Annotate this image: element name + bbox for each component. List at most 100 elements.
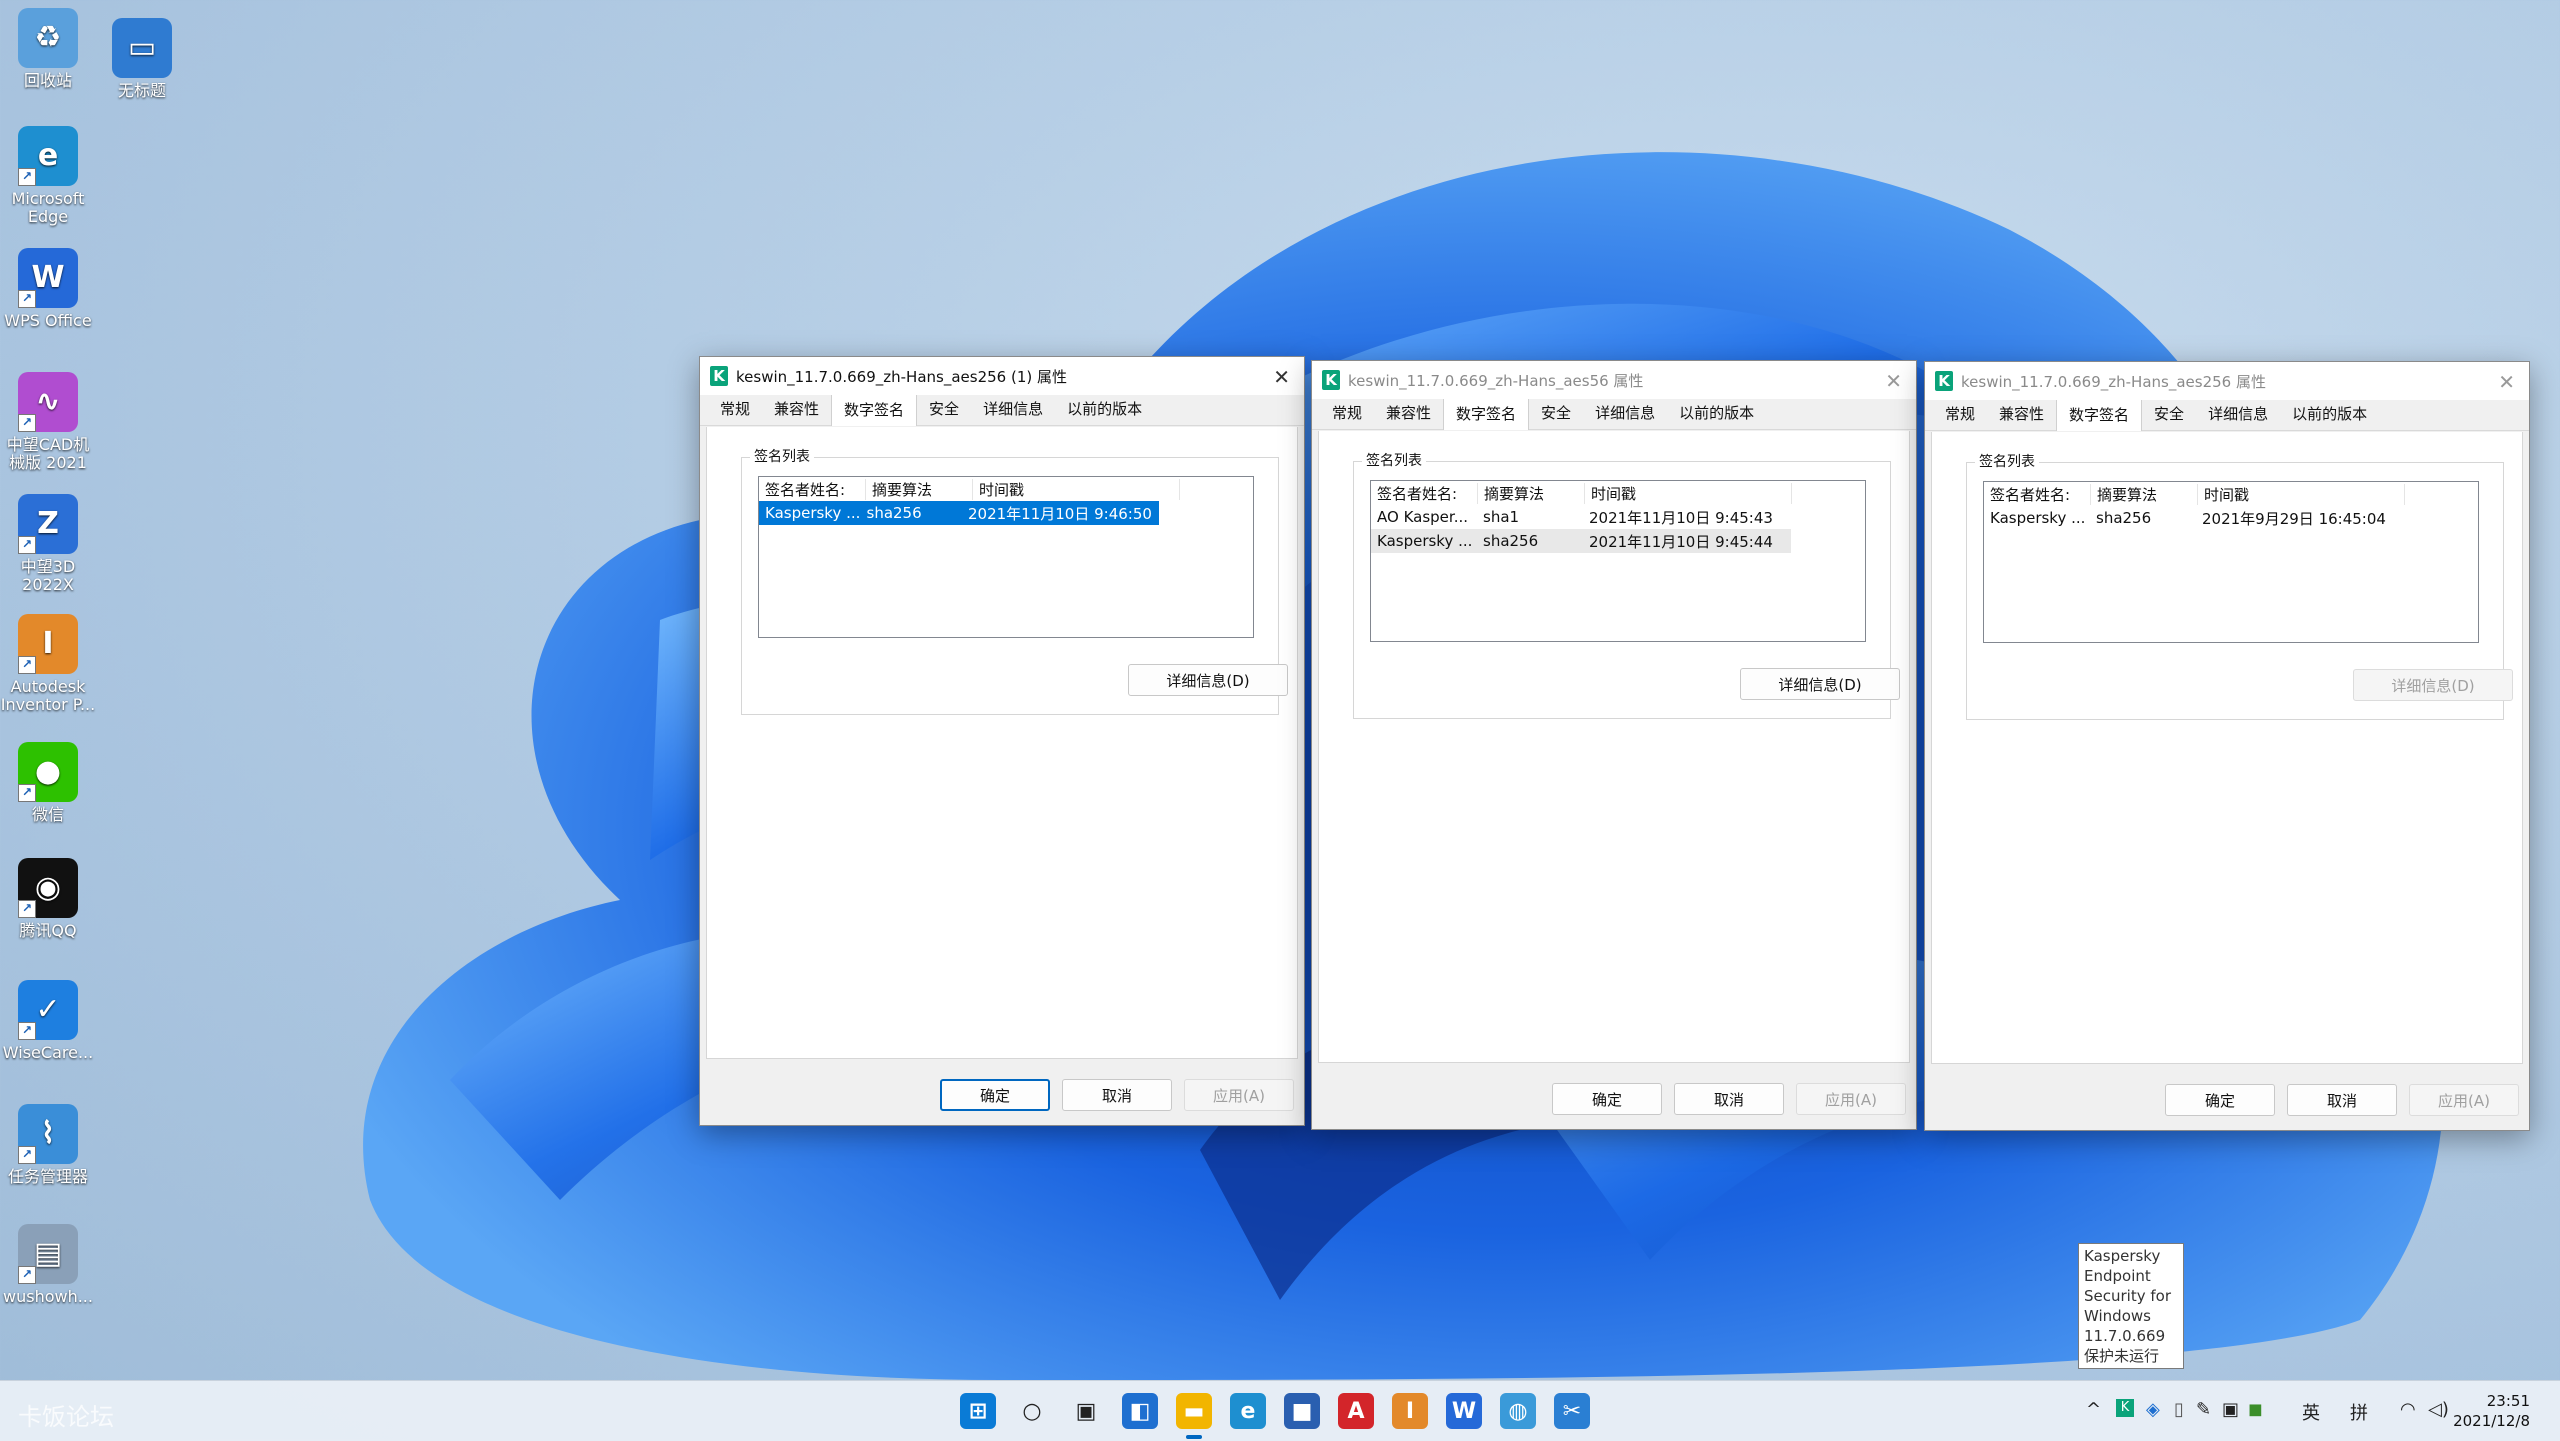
tab-digital-signatures[interactable]: 数字签名 [831, 392, 918, 426]
taskbar-clock[interactable]: 23:51 2021/12/8 [2453, 1391, 2530, 1431]
properties-dialog-3[interactable]: K keswin_11.7.0.669_zh-Hans_aes256 属性 ✕ … [1924, 361, 2530, 1131]
details-button[interactable]: 详细信息(D) [1740, 668, 1900, 700]
inventor-icon[interactable]: I [1392, 1393, 1428, 1429]
ime-mode-indicator[interactable]: 拼 [2350, 1399, 2368, 1425]
security-tray-icon[interactable]: ◈ [2146, 1399, 2160, 1420]
app-icon: ▤ ↗ [18, 1224, 78, 1284]
table-row[interactable]: AO Kasper... sha1 2021年11月10日 9:45:43 [1371, 505, 1865, 529]
tab-details[interactable]: 详细信息 [2196, 399, 2280, 430]
dialog-titlebar[interactable]: K keswin_11.7.0.669_zh-Hans_aes56 属性 ✕ [1312, 361, 1916, 399]
ok-button[interactable]: 确定 [1552, 1083, 1662, 1115]
table-row[interactable]: Kaspersky ... sha256 2021年11月10日 9:45:44 [1371, 529, 1791, 553]
search-icon[interactable]: ○ [1014, 1393, 1050, 1429]
desktop-icon[interactable]: Z ↗ 中望3D 2022X [0, 494, 96, 594]
signature-listview[interactable]: 签名者姓名: 摘要算法 时间戳 Kaspersky ... sha256 202… [758, 476, 1254, 638]
folder-icon: ▭ [112, 18, 172, 78]
store-icon[interactable]: ■ [1284, 1393, 1320, 1429]
ink-tray-icon[interactable]: ✎ [2196, 1399, 2211, 1420]
close-icon[interactable]: ✕ [1273, 365, 1290, 389]
ok-button[interactable]: 确定 [940, 1079, 1050, 1111]
apply-button[interactable]: 应用(A) [1184, 1079, 1294, 1111]
close-icon[interactable]: ✕ [1885, 369, 1902, 393]
properties-dialog-1[interactable]: K keswin_11.7.0.669_zh-Hans_aes256 (1) 属… [699, 356, 1305, 1126]
table-row[interactable]: Kaspersky ... sha256 2021年11月10日 9:46:50 [759, 501, 1159, 525]
dialog-title: keswin_11.7.0.669_zh-Hans_aes256 属性 [1961, 372, 2266, 391]
apply-button[interactable]: 应用(A) [2409, 1084, 2519, 1116]
desktop-icon-label: WiseCare... [2, 1043, 94, 1062]
column-signer-name[interactable]: 签名者姓名: [1371, 482, 1478, 504]
tab-digital-signatures[interactable]: 数字签名 [2056, 397, 2143, 431]
desktop-icon-label: wushowh... [3, 1287, 93, 1306]
snipping-tool-icon[interactable]: ✂ [1554, 1393, 1590, 1429]
desktop-icon-label: 中望3D 2022X [20, 557, 76, 594]
volume-icon[interactable]: ◁) [2428, 1399, 2449, 1420]
close-icon[interactable]: ✕ [2498, 370, 2515, 394]
properties-dialog-2[interactable]: K keswin_11.7.0.669_zh-Hans_aes56 属性 ✕ 常… [1311, 360, 1917, 1130]
cancel-button[interactable]: 取消 [1674, 1083, 1784, 1115]
tab-compatibility[interactable]: 兼容性 [1987, 399, 2056, 430]
audio-device-tray-icon[interactable]: ▣ [2222, 1399, 2239, 1420]
edge-icon[interactable]: e [1230, 1393, 1266, 1429]
column-timestamp[interactable]: 时间戳 [1585, 482, 1792, 504]
browser-icon[interactable]: ◍ [1500, 1393, 1536, 1429]
desktop-icon[interactable]: ♻ 回收站 [0, 8, 96, 90]
signature-listview[interactable]: 签名者姓名: 摘要算法 时间戳 Kaspersky ... sha256 202… [1983, 481, 2479, 643]
wps-icon[interactable]: W [1446, 1393, 1482, 1429]
start-icon[interactable]: ⊞ [960, 1393, 996, 1429]
column-digest-algorithm[interactable]: 摘要算法 [1478, 482, 1585, 504]
tab-previous-versions[interactable]: 以前的版本 [1667, 398, 1766, 429]
apply-button[interactable]: 应用(A) [1796, 1083, 1906, 1115]
tab-previous-versions[interactable]: 以前的版本 [1055, 394, 1154, 425]
tab-general[interactable]: 常规 [708, 394, 762, 425]
signature-listview[interactable]: 签名者姓名: 摘要算法 时间戳 AO Kasper... sha1 2021年1… [1370, 480, 1866, 642]
desktop-icon[interactable]: ⌇ ↗ 任务管理器 [0, 1104, 96, 1186]
details-button[interactable]: 详细信息(D) [1128, 664, 1288, 696]
tab-security[interactable]: 安全 [917, 394, 971, 425]
column-digest-algorithm[interactable]: 摘要算法 [866, 478, 973, 500]
kaspersky-tray-icon[interactable]: K [2116, 1399, 2134, 1417]
desktop-icon[interactable]: I ↗ Autodesk Inventor P... [0, 614, 96, 714]
table-row[interactable]: Kaspersky ... sha256 2021年9月29日 16:45:04 [1984, 506, 2478, 530]
column-timestamp[interactable]: 时间戳 [2198, 483, 2405, 505]
column-timestamp[interactable]: 时间戳 [973, 478, 1180, 500]
ok-button[interactable]: 确定 [2165, 1084, 2275, 1116]
tab-details[interactable]: 详细信息 [971, 394, 1055, 425]
tab-previous-versions[interactable]: 以前的版本 [2280, 399, 2379, 430]
cancel-button[interactable]: 取消 [2287, 1084, 2397, 1116]
dialog-titlebar[interactable]: K keswin_11.7.0.669_zh-Hans_aes256 (1) 属… [700, 357, 1304, 395]
timestamp-cell: 2021年9月29日 16:45:04 [2202, 509, 2386, 528]
column-digest-algorithm[interactable]: 摘要算法 [2091, 483, 2198, 505]
shortcut-arrow-icon: ↗ [18, 1022, 36, 1040]
wifi-icon[interactable]: ◠ [2400, 1399, 2416, 1420]
desktop-icon[interactable]: ∿ ↗ 中望CAD机械版 2021 [0, 372, 96, 472]
nvidia-tray-icon[interactable]: ◼ [2248, 1399, 2263, 1420]
desktop-icon[interactable]: W ↗ WPS Office [0, 248, 96, 330]
tab-compatibility[interactable]: 兼容性 [762, 394, 831, 425]
desktop-icon[interactable]: ✓ ↗ WiseCare... [0, 980, 96, 1062]
usb-tray-icon[interactable]: ▯ [2174, 1399, 2184, 1420]
desktop-icon[interactable]: ▤ ↗ wushowh... [0, 1224, 96, 1306]
tab-general[interactable]: 常规 [1320, 398, 1374, 429]
tab-security[interactable]: 安全 [1529, 398, 1583, 429]
desktop-icon[interactable]: ◉ ↗ 腾讯QQ [0, 858, 96, 940]
desktop-icon[interactable]: e ↗ Microsoft Edge [0, 126, 96, 226]
tab-general[interactable]: 常规 [1933, 399, 1987, 430]
desktop-icon[interactable]: ● ↗ 微信 [0, 742, 96, 824]
tab-security[interactable]: 安全 [2142, 399, 2196, 430]
tab-compatibility[interactable]: 兼容性 [1374, 398, 1443, 429]
column-signer-name[interactable]: 签名者姓名: [1984, 483, 2091, 505]
ime-language-indicator[interactable]: 英 [2302, 1399, 2320, 1425]
file-explorer-icon[interactable]: ▬ [1176, 1393, 1212, 1429]
cancel-button[interactable]: 取消 [1062, 1079, 1172, 1111]
dialog-titlebar[interactable]: K keswin_11.7.0.669_zh-Hans_aes256 属性 ✕ [1925, 362, 2529, 400]
details-button[interactable]: 详细信息(D) [2353, 669, 2513, 701]
widgets-icon[interactable]: ◧ [1122, 1393, 1158, 1429]
tab-digital-signatures[interactable]: 数字签名 [1443, 396, 1530, 430]
tray-overflow-chevron-icon[interactable]: ^ [2086, 1399, 2101, 1420]
desktop-icon[interactable]: ▭ 无标题 [94, 18, 190, 100]
tab-details[interactable]: 详细信息 [1583, 398, 1667, 429]
task-view-icon[interactable]: ▣ [1068, 1393, 1104, 1429]
tab-panel: 签名列表 签名者姓名: 摘要算法 时间戳 Kaspersky ... sha25… [1931, 432, 2523, 1064]
column-signer-name[interactable]: 签名者姓名: [759, 478, 866, 500]
acrobat-icon[interactable]: A [1338, 1393, 1374, 1429]
